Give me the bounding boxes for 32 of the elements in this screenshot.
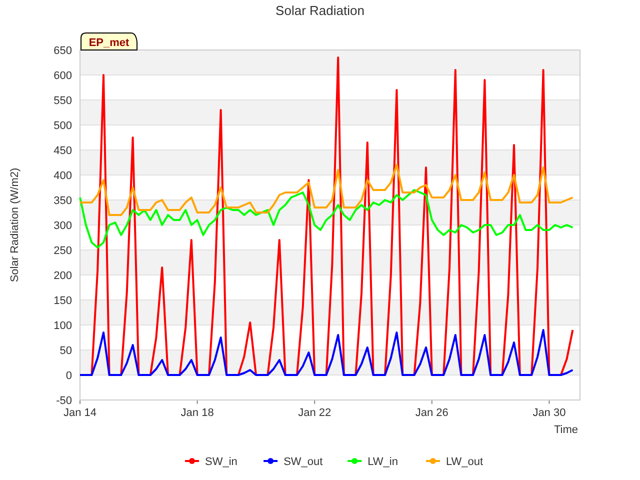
x-tick-label: Jan 18 xyxy=(180,407,214,419)
y-tick-label: 500 xyxy=(54,120,72,132)
y-tick-label: -50 xyxy=(56,395,72,407)
y-tick-label: 650 xyxy=(54,45,72,57)
y-tick-label: 200 xyxy=(54,270,72,282)
legend-label: SW_in xyxy=(205,456,238,468)
y-tick-label: 150 xyxy=(54,295,72,307)
y-tick-label: 0 xyxy=(66,370,72,382)
x-tick-label: Jan 14 xyxy=(63,407,97,419)
x-axis-label: Time xyxy=(554,424,578,436)
legend-item: SW_out xyxy=(264,456,323,468)
y-tick-label: 400 xyxy=(54,170,72,182)
legend-item: LW_in xyxy=(348,456,398,468)
legend-label: LW_in xyxy=(368,456,398,468)
y-tick-label: 350 xyxy=(54,195,72,207)
chart-title: Solar Radiation xyxy=(276,3,364,18)
x-tick-label: Jan 26 xyxy=(415,407,448,419)
y-tick-label: 100 xyxy=(54,320,72,332)
y-tick-label: 250 xyxy=(54,245,72,257)
y-tick-label: 550 xyxy=(54,95,72,107)
legend-item: SW_in xyxy=(185,456,238,468)
y-tick-label: 450 xyxy=(54,145,72,157)
y-tick-label: 50 xyxy=(60,345,72,357)
y-tick-label: 600 xyxy=(54,70,72,82)
x-tick-label: Jan 30 xyxy=(532,407,566,419)
legend-item: LW_out xyxy=(426,456,484,468)
station-badge: EP_met xyxy=(80,32,138,50)
legend-label: LW_out xyxy=(446,456,484,468)
y-axis-label: Solar Radiation (W/m2) xyxy=(9,168,21,282)
x-tick-label: Jan 22 xyxy=(298,407,332,419)
y-tick-label: 300 xyxy=(54,220,72,232)
legend-label: SW_out xyxy=(284,456,323,468)
